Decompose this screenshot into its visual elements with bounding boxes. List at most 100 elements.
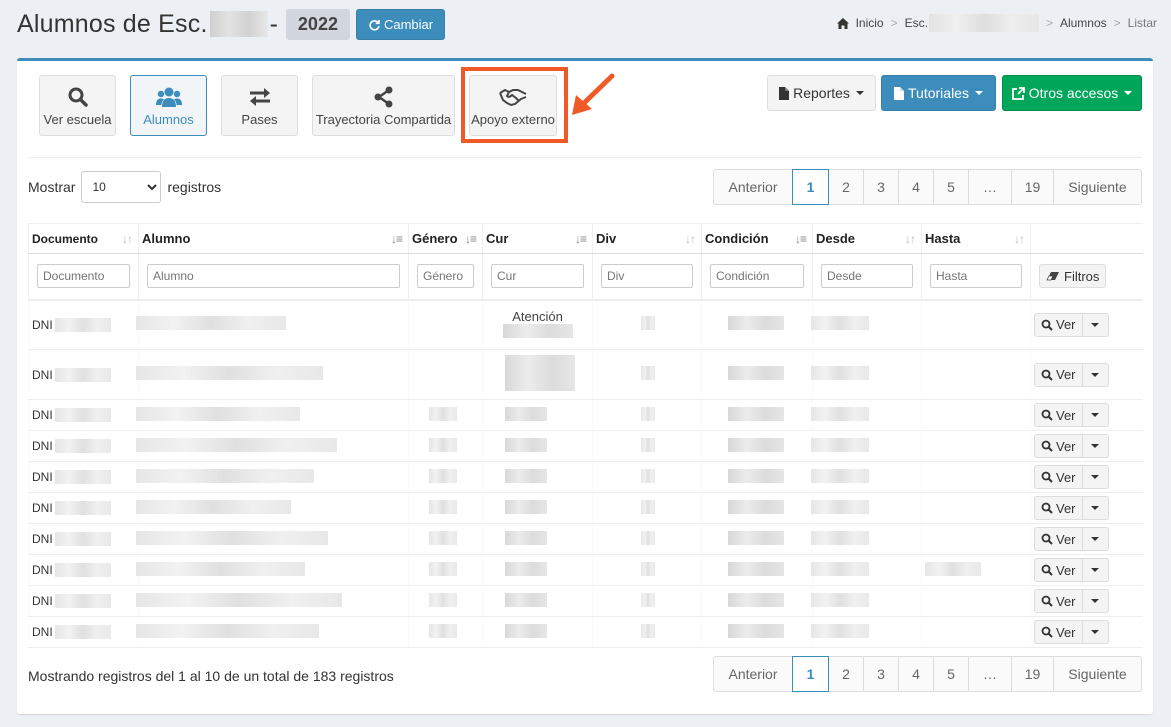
cell-desde: [811, 585, 922, 617]
pagination-ellipsis: …: [968, 169, 1012, 205]
cell-hasta: [921, 585, 1031, 617]
cell-hasta: [921, 399, 1031, 431]
column-header-desde[interactable]: Desde ↓↑: [812, 223, 922, 254]
pagination-page[interactable]: 5: [933, 169, 969, 205]
ver-button[interactable]: Ver: [1034, 465, 1083, 489]
ver-dropdown-toggle[interactable]: [1082, 403, 1109, 427]
column-header-genero[interactable]: Género ↓≡: [408, 223, 483, 254]
pagination-page[interactable]: 4: [898, 169, 934, 205]
ver-dropdown-toggle[interactable]: [1082, 589, 1109, 613]
ver-button[interactable]: Ver: [1034, 496, 1083, 520]
cell-desde: [811, 523, 922, 555]
pagination-page[interactable]: 19: [1011, 169, 1054, 205]
cell-desde: [811, 616, 922, 648]
redacted-value: [925, 561, 981, 576]
redacted-value: [811, 530, 869, 545]
cell-desde: [811, 554, 922, 586]
pagination-page[interactable]: 5: [933, 656, 969, 692]
pagination-page[interactable]: 2: [828, 169, 864, 205]
page-title: Alumnos de Esc.: [17, 9, 208, 38]
redacted-value: [136, 592, 342, 607]
ver-dropdown-toggle[interactable]: [1082, 362, 1109, 387]
redacted-value: [429, 437, 457, 452]
redacted-value: [136, 499, 291, 514]
filter-div-input[interactable]: [601, 264, 693, 289]
cambiar-button[interactable]: Cambiar: [355, 8, 446, 40]
column-header-cur[interactable]: Cur ↓≡: [482, 223, 593, 254]
breadcrumb-section[interactable]: Alumnos: [1060, 16, 1107, 30]
ver-button[interactable]: Ver: [1034, 312, 1083, 337]
filter-cell: [921, 253, 1031, 301]
search-icon: [1041, 533, 1053, 545]
column-header-div[interactable]: Div ↓↑: [592, 223, 702, 254]
column-header-label: Div: [596, 231, 617, 246]
pagination-page[interactable]: 1: [792, 169, 829, 205]
ver-button[interactable]: Ver: [1034, 527, 1083, 551]
filter-cur-input[interactable]: [491, 264, 584, 289]
otros-accesos-dropdown[interactable]: Otros accesos: [1002, 75, 1142, 111]
ver-button[interactable]: Ver: [1034, 362, 1083, 387]
ver-dropdown-toggle[interactable]: [1082, 465, 1109, 489]
pagination-page[interactable]: 19: [1011, 656, 1054, 692]
column-header-label: Condición: [705, 231, 769, 246]
filter-documento-input[interactable]: [37, 264, 130, 289]
column-header-label: Hasta: [925, 231, 961, 246]
page-length-select[interactable]: 10: [81, 171, 162, 203]
ver-button[interactable]: Ver: [1034, 403, 1083, 427]
pagination-page[interactable]: 3: [863, 656, 899, 692]
pagination-next[interactable]: Siguiente: [1053, 656, 1142, 692]
ver-dropdown-toggle[interactable]: [1082, 527, 1109, 551]
cell-genero: [408, 399, 483, 431]
ver-button[interactable]: Ver: [1034, 558, 1083, 582]
column-header-alumno[interactable]: Alumno ↓≡: [138, 223, 409, 254]
breadcrumb-home[interactable]: Inicio: [856, 16, 884, 30]
table-row: DNI Ver: [28, 349, 1143, 400]
pagination-page[interactable]: 4: [898, 656, 934, 692]
ver-button[interactable]: Ver: [1034, 434, 1083, 458]
filter-desde-input[interactable]: [821, 264, 913, 289]
breadcrumb-school[interactable]: Esc.: [905, 16, 928, 30]
cell-documento: DNI: [28, 399, 139, 431]
alumnos-button[interactable]: Alumnos: [130, 75, 207, 136]
ver-dropdown-toggle[interactable]: [1082, 558, 1109, 582]
pagination-page[interactable]: 2: [828, 656, 864, 692]
filtros-button[interactable]: Filtros: [1039, 264, 1107, 289]
redacted-value: [728, 437, 784, 452]
search-icon: [1041, 626, 1053, 638]
column-header-hasta[interactable]: Hasta ↓↑: [921, 223, 1031, 254]
pagination-prev[interactable]: Anterior: [713, 169, 793, 205]
redacted-value: [505, 355, 575, 391]
column-header-documento[interactable]: Documento ↓↑: [28, 223, 139, 254]
ver-dropdown-toggle[interactable]: [1082, 496, 1109, 520]
cell-cur: [482, 349, 593, 400]
pagination-ellipsis: …: [968, 656, 1012, 692]
filter-condicion-input[interactable]: [710, 264, 804, 289]
ver-escuela-button[interactable]: Ver escuela: [39, 75, 116, 136]
pagination-next[interactable]: Siguiente: [1053, 169, 1142, 205]
cell-actions: Ver: [1030, 616, 1143, 648]
ver-button-group: Ver: [1034, 312, 1143, 337]
redacted-value: [505, 530, 547, 545]
filter-genero-input[interactable]: [417, 264, 474, 289]
external-link-icon: [1011, 86, 1025, 100]
trayectoria-compartida-button[interactable]: Trayectoria Compartida: [312, 75, 455, 136]
ver-button[interactable]: Ver: [1034, 589, 1083, 613]
ver-dropdown-toggle[interactable]: [1082, 434, 1109, 458]
pagination-page[interactable]: 3: [863, 169, 899, 205]
cell-documento: DNI: [28, 585, 139, 617]
reportes-dropdown[interactable]: Reportes: [767, 75, 876, 111]
caret-down-icon: [974, 91, 983, 95]
redacted-value: [728, 623, 784, 638]
ver-dropdown-toggle[interactable]: [1082, 620, 1109, 644]
ver-button[interactable]: Ver: [1034, 620, 1083, 644]
filter-alumno-input[interactable]: [147, 264, 400, 289]
pases-button[interactable]: Pases: [221, 75, 298, 136]
pagination-page[interactable]: 1: [792, 656, 829, 692]
caret-down-icon: [1091, 322, 1100, 327]
tutoriales-dropdown[interactable]: Tutoriales: [881, 75, 996, 111]
filter-hasta-input[interactable]: [930, 264, 1022, 289]
column-header-condicion[interactable]: Condición ↓≡: [701, 223, 813, 254]
cell-desde: [811, 461, 922, 493]
pagination-prev[interactable]: Anterior: [713, 656, 793, 692]
ver-dropdown-toggle[interactable]: [1082, 312, 1109, 337]
